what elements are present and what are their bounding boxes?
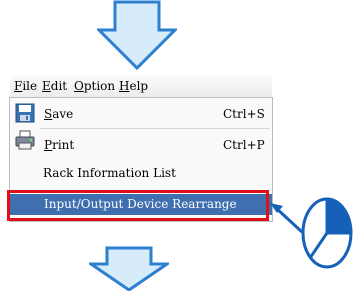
step-clock-icon xyxy=(301,197,353,269)
down-arrow-icon xyxy=(89,246,169,291)
